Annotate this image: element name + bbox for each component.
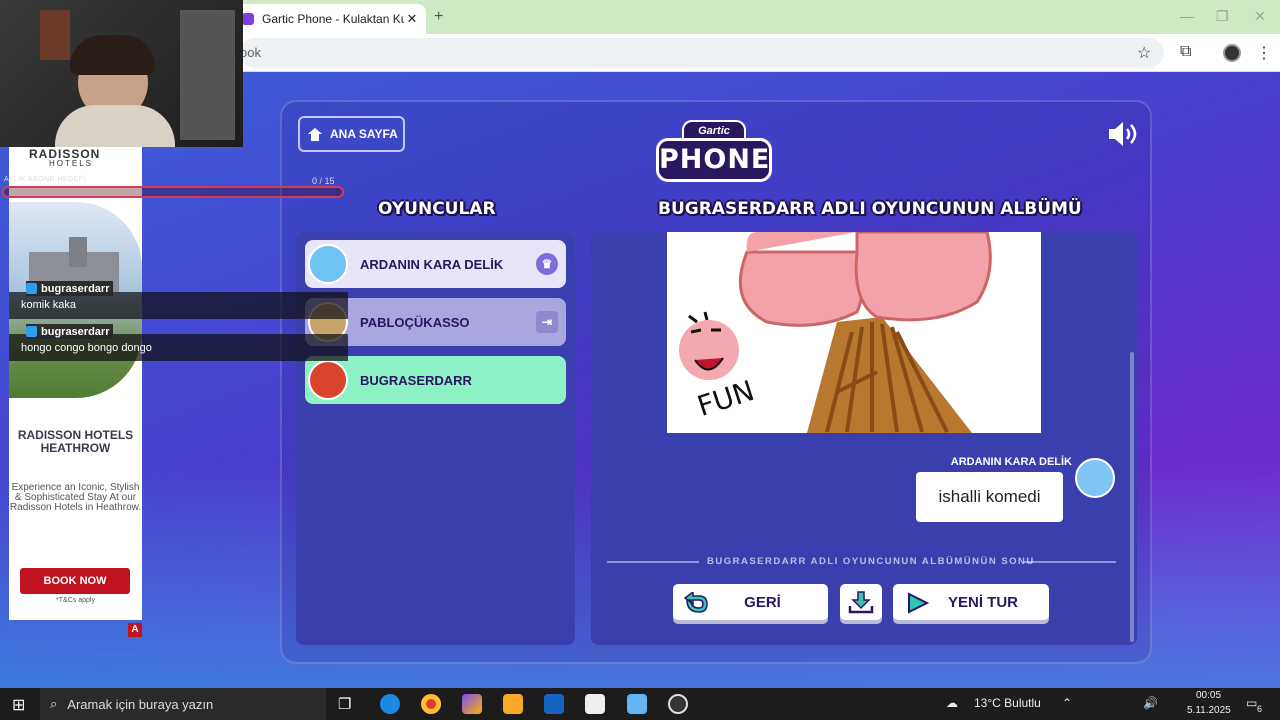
store-icon[interactable] <box>585 694 605 714</box>
chat-username: bugraserdarr <box>26 324 114 339</box>
webcam-feed <box>0 0 243 147</box>
message-author: ARDANIN KARA DELİK <box>950 456 1072 468</box>
download-button[interactable] <box>840 584 882 620</box>
ad-headline: RADISSON HOTELS HEATHROW <box>17 428 134 455</box>
home-button[interactable]: ANA SAYFA <box>298 116 405 152</box>
notifications-icon[interactable]: ▭ <box>1246 696 1257 710</box>
profile-avatar[interactable] <box>1223 44 1241 62</box>
chat-username: bugraserdarr <box>26 281 114 296</box>
address-bar[interactable]: ook <box>240 38 1164 68</box>
search-placeholder: Aramak için buraya yazın <box>67 696 214 712</box>
album-drawing: FUN <box>667 232 1041 433</box>
obs-icon[interactable] <box>668 694 688 714</box>
more-menu-icon[interactable]: ⋮ <box>1256 43 1272 63</box>
gartic-favicon-icon <box>242 13 254 25</box>
notification-count: 6 <box>1257 704 1263 714</box>
volume-icon[interactable]: 🔊 <box>1143 696 1158 710</box>
tab-title: Gartic Phone - Kulaktan Kulağa <box>262 12 404 26</box>
cloud-icon[interactable]: ☁ <box>946 696 958 710</box>
maximize-button[interactable]: ❐ <box>1216 8 1229 25</box>
home-icon <box>308 127 322 141</box>
sub-goal-label: AYLIK ABONE HEDEFİ <box>4 176 87 183</box>
ad-terms: *T&Cs apply <box>56 597 95 604</box>
play-icon <box>908 592 930 614</box>
clock-date[interactable]: 5.11.2025 <box>1187 705 1231 716</box>
album-heading: BUGRASERDARR ADLI OYUNCUNUN ALBÜMÜ <box>658 199 1082 219</box>
user-badge-icon <box>26 283 37 294</box>
download-icon <box>848 591 874 614</box>
exit-icon: ⇥ <box>536 311 558 333</box>
crown-icon: ♛ <box>536 253 558 275</box>
clock-time[interactable]: 00:05 <box>1196 690 1221 701</box>
ad-brand-sub: HOTELS <box>49 159 94 168</box>
extensions-icon[interactable]: ⧉ <box>1180 43 1191 61</box>
message-bubble: ishalli komedi <box>916 472 1063 522</box>
copilot-icon[interactable] <box>462 694 482 714</box>
back-arrow-icon <box>683 592 708 613</box>
user-badge-icon <box>26 326 37 337</box>
new-round-button[interactable]: YENİ TUR <box>893 584 1049 620</box>
sub-goal-progress-bar <box>2 186 344 198</box>
ad-body: Experience an Iconic, Stylish & Sophisti… <box>9 482 142 513</box>
players-heading: OYUNCULAR <box>378 199 496 219</box>
file-explorer-icon[interactable] <box>503 694 523 714</box>
task-view-icon[interactable]: ❐ <box>338 695 351 713</box>
back-button[interactable]: GERİ <box>673 584 828 620</box>
outlook-icon[interactable] <box>544 694 564 714</box>
album-end-divider: BUGRASERDARR ADLI OYUNCUNUN ALBÜMÜNÜN SO… <box>607 556 1116 568</box>
close-window-button[interactable]: ✕ <box>1254 8 1266 25</box>
book-now-button[interactable]: BOOK NOW <box>20 568 130 594</box>
sound-icon[interactable] <box>1107 121 1139 147</box>
home-button-label: ANA SAYFA <box>330 127 398 141</box>
search-icon: ⌕ <box>50 696 58 711</box>
new-tab-button[interactable]: + <box>434 8 443 26</box>
bookmark-star-icon[interactable]: ☆ <box>1137 43 1151 63</box>
ad-choices-icon[interactable]: A <box>128 623 142 637</box>
message-text: ishalli komedi <box>938 487 1041 506</box>
radisson-ad[interactable]: RADISSON HOTELS RADISSON HOTELS HEATHROW… <box>9 147 142 620</box>
player-avatar <box>308 244 348 284</box>
photos-icon[interactable] <box>627 694 647 714</box>
minimize-button[interactable]: — <box>1180 8 1194 24</box>
player-name: BUGRASERDARR <box>360 372 472 388</box>
chrome-icon[interactable] <box>421 694 441 714</box>
edge-icon[interactable] <box>380 694 400 714</box>
album-end-text: BUGRASERDARR ADLI OYUNCUNUN ALBÜMÜNÜN SO… <box>707 556 1035 567</box>
message-avatar <box>1075 458 1115 498</box>
album-scrollbar[interactable] <box>1130 352 1134 642</box>
tab-gartic-phone[interactable]: Gartic Phone - Kulaktan Kulağa ✕ <box>232 4 426 34</box>
chat-text: hongo congo bongo dongo <box>21 342 152 354</box>
gartic-phone-logo: Gartic PHONE <box>654 116 774 188</box>
sub-goal-count: 0 / 15 <box>312 176 335 186</box>
tab-close-icon[interactable]: ✕ <box>404 11 420 27</box>
windows-start-icon[interactable]: ⊞ <box>12 695 25 715</box>
player-name: PABLOÇÜKASSO <box>360 314 470 330</box>
player-row-host[interactable]: ARDANIN KARA DELİK ♛ <box>305 240 566 288</box>
player-row-selected[interactable]: BUGRASERDARR <box>305 356 566 404</box>
weather-text[interactable]: 13°C Bulutlu <box>974 696 1041 710</box>
tray-chevron-icon[interactable]: ⌃ <box>1062 696 1072 710</box>
player-name: ARDANIN KARA DELİK <box>360 256 504 272</box>
chat-text: komik kaka <box>21 299 77 311</box>
player-avatar <box>308 360 348 400</box>
taskbar-search[interactable]: ⌕ Aramak için buraya yazın <box>40 688 326 720</box>
windows-taskbar: ⊞ ⌕ Aramak için buraya yazın ❐ ☁ 13°C Bu… <box>0 688 1280 720</box>
address-text: ook <box>240 45 261 60</box>
